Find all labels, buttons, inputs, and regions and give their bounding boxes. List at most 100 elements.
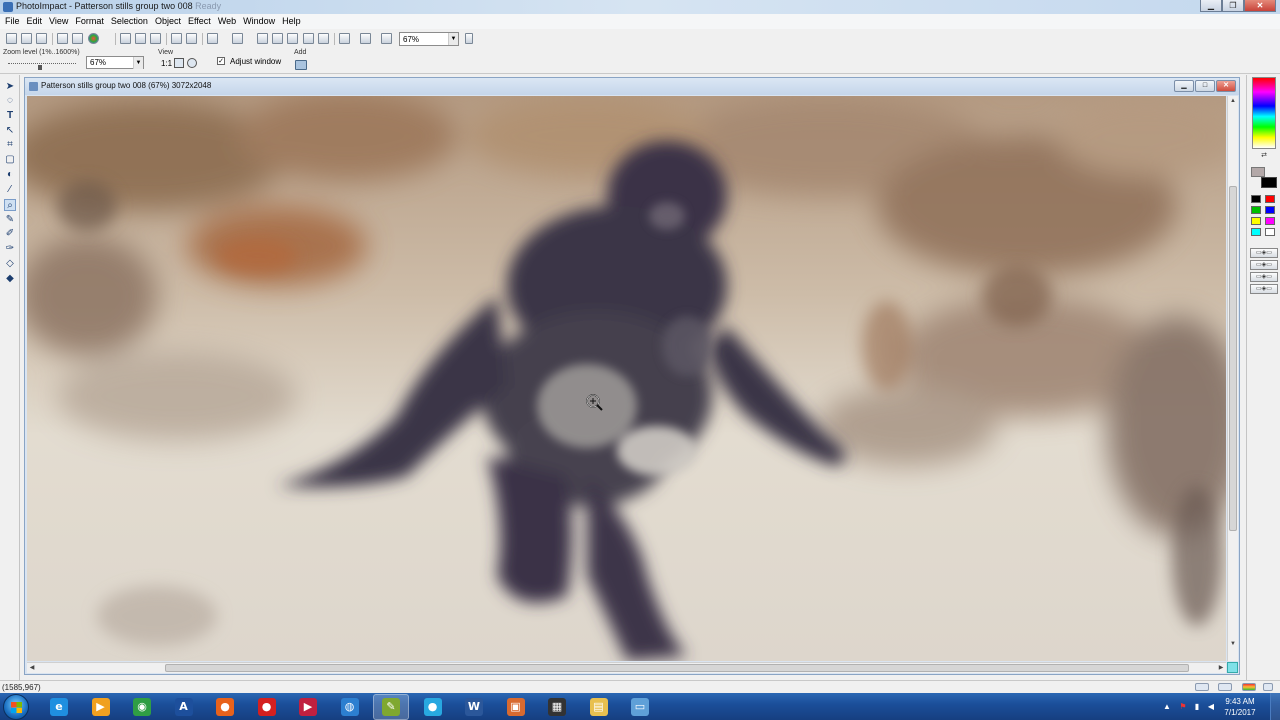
zoom-tool-icon[interactable]: ⌕ <box>4 199 16 211</box>
scroll-left-icon[interactable]: ◀ <box>27 663 37 673</box>
menu-window[interactable]: Window <box>240 14 279 29</box>
panel-button-3[interactable]: ▭◈▭ <box>1250 272 1278 282</box>
color-swatch[interactable] <box>1251 206 1261 214</box>
taskbar-clock[interactable]: 9:43 AM 7/1/2017 <box>1220 696 1260 718</box>
chevron-down-icon[interactable]: ▼ <box>448 33 458 45</box>
retouch-tool-icon[interactable]: ✐ <box>4 228 16 240</box>
vertical-scroll-thumb[interactable] <box>1229 186 1237 531</box>
foreground-color-swatch[interactable] <box>1251 167 1265 177</box>
panel-button-1[interactable]: ▭◈▭ <box>1250 248 1278 258</box>
status-color-icon[interactable] <box>1242 683 1256 691</box>
color-swatch[interactable] <box>1265 206 1275 214</box>
show-desktop-button[interactable] <box>1270 693 1280 720</box>
horizontal-scroll-thumb[interactable] <box>165 664 1189 672</box>
layout-icon[interactable] <box>303 33 314 44</box>
new-file-icon[interactable] <box>6 33 17 44</box>
color-swatch[interactable] <box>1251 228 1261 236</box>
taskbar-globe-app[interactable]: ◍ <box>332 694 368 720</box>
color-swatch[interactable] <box>1251 217 1261 225</box>
minimize-button[interactable]: ▁ <box>1200 0 1222 12</box>
taskbar-file-explorer[interactable]: ▤ <box>581 694 617 720</box>
zoom-level-slider[interactable] <box>8 60 76 70</box>
taskbar-chrome[interactable]: ◉ <box>124 694 160 720</box>
photoimpact-app-icon[interactable] <box>3 2 13 12</box>
redo-icon[interactable] <box>186 33 197 44</box>
taskbar-window-app[interactable]: ▭ <box>622 694 658 720</box>
document-title-bar[interactable]: Patterson stills group two 008 (67%) 307… <box>25 78 1239 95</box>
zoom-magnifier-icon[interactable] <box>187 58 197 68</box>
chevron-down-icon[interactable]: ▼ <box>133 57 143 69</box>
document-icon[interactable] <box>29 82 38 91</box>
image-canvas[interactable] <box>27 96 1226 661</box>
menu-view[interactable]: View <box>46 14 72 29</box>
color-swatch[interactable] <box>1251 195 1261 203</box>
pointer-tool-icon[interactable]: ➤ <box>4 81 16 93</box>
help-pointer-icon[interactable] <box>465 33 473 44</box>
taskbar-flag-app[interactable]: ▶ <box>290 694 326 720</box>
bucket-tool-icon[interactable]: ◐ <box>4 169 16 181</box>
navigator-icon[interactable] <box>1227 662 1238 673</box>
menu-effect[interactable]: Effect <box>185 14 215 29</box>
taskbar-firefox[interactable]: ● <box>207 694 243 720</box>
adjust-window-checkbox[interactable]: ✓ <box>217 57 225 65</box>
transform-icon[interactable] <box>287 33 298 44</box>
scroll-up-icon[interactable]: ▲ <box>1228 96 1238 106</box>
panel-button-4[interactable]: ▭◈▭ <box>1250 284 1278 294</box>
zoom-value-select[interactable]: 67% ▼ <box>86 56 144 69</box>
taskbar-device-app[interactable]: ▦ <box>539 694 575 720</box>
status-info-icon[interactable] <box>1263 683 1273 691</box>
clone-tool-icon[interactable]: ✑ <box>4 243 16 255</box>
arrange-icon[interactable] <box>381 33 392 44</box>
action-center-flag-icon[interactable]: ⚑ <box>1178 702 1188 711</box>
menu-file[interactable]: File <box>2 14 24 29</box>
menu-help[interactable]: Help <box>279 14 305 29</box>
capture-icon[interactable] <box>232 33 243 44</box>
eraser-tool-icon[interactable]: ◇ <box>4 258 16 270</box>
add-to-library-icon[interactable] <box>295 60 307 70</box>
color-swatch[interactable] <box>1265 195 1275 203</box>
brush-tool-icon[interactable]: ✎ <box>4 214 16 226</box>
lasso-tool-icon[interactable]: ◌ <box>4 95 16 107</box>
start-button[interactable] <box>3 694 29 720</box>
paste-icon[interactable] <box>150 33 161 44</box>
undo-icon[interactable] <box>171 33 182 44</box>
status-view-icon[interactable] <box>1195 683 1209 691</box>
taskbar-word[interactable]: W <box>456 694 492 720</box>
text-tool-icon[interactable]: T <box>4 110 16 122</box>
taskbar-photoimpact[interactable]: ✎ <box>373 694 409 720</box>
panel-button-2[interactable]: ▭◈▭ <box>1250 260 1278 270</box>
print-preview-icon[interactable] <box>72 33 83 44</box>
taskbar-record-app[interactable]: ● <box>249 694 285 720</box>
menu-selection[interactable]: Selection <box>108 14 152 29</box>
zoom-fit-icon[interactable] <box>174 58 184 68</box>
restore-button[interactable]: ❐ <box>1222 0 1244 12</box>
background-color-swatch[interactable] <box>1261 177 1277 188</box>
swap-colors-icon[interactable]: ⇄ <box>1254 152 1274 159</box>
transform-tool-icon[interactable]: ▢ <box>4 154 16 166</box>
toolbar-zoom-select[interactable]: 67% ▼ <box>399 32 459 46</box>
document-minimize-button[interactable]: ▁ <box>1174 80 1194 92</box>
copy-icon[interactable] <box>135 33 146 44</box>
print-icon[interactable] <box>57 33 68 44</box>
foreground-background-colors[interactable] <box>1251 167 1279 189</box>
menu-edit[interactable]: Edit <box>24 14 47 29</box>
taskbar-image-viewer[interactable]: ▣ <box>498 694 534 720</box>
open-file-icon[interactable] <box>21 33 32 44</box>
pick-tool-icon[interactable]: ↖ <box>4 125 16 137</box>
taskbar-ani-app[interactable]: A <box>166 694 202 720</box>
fit-window-icon[interactable] <box>257 33 268 44</box>
taskbar-media-player[interactable]: ▶ <box>83 694 119 720</box>
cut-icon[interactable] <box>120 33 131 44</box>
scroll-down-icon[interactable]: ▼ <box>1228 639 1238 649</box>
volume-icon[interactable]: ◀ <box>1206 702 1216 711</box>
fill-tool-icon[interactable]: ◆ <box>4 273 16 285</box>
page-icon[interactable] <box>318 33 329 44</box>
monitor-icon[interactable] <box>339 33 350 44</box>
scanner-icon[interactable] <box>207 33 218 44</box>
menu-format[interactable]: Format <box>72 14 108 29</box>
color-swatch[interactable] <box>1265 228 1275 236</box>
save-icon[interactable] <box>36 33 47 44</box>
taskbar-internet-explorer[interactable]: e <box>41 694 77 720</box>
status-ruler-icon[interactable] <box>1218 683 1232 691</box>
eyedropper-tool-icon[interactable]: ⁄ <box>4 184 16 196</box>
